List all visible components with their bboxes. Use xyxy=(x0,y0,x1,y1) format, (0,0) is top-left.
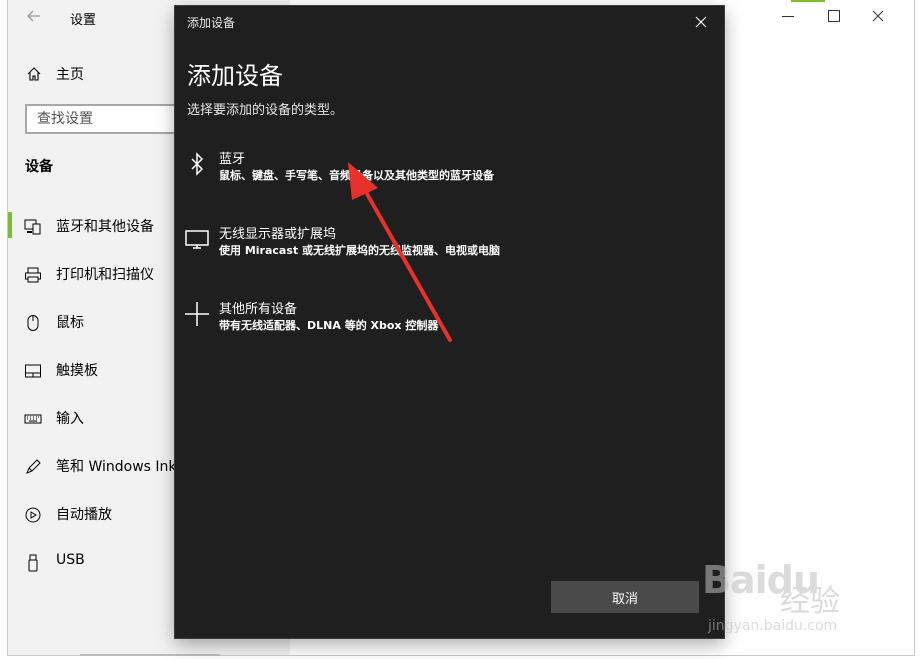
nav-item-label: 鼠标 xyxy=(56,315,84,331)
maximize-button[interactable] xyxy=(828,10,840,22)
nav-item-label: 触摸板 xyxy=(56,363,98,379)
nav-item-label: 自动播放 xyxy=(56,507,112,523)
nav-item-label: 蓝牙和其他设备 xyxy=(56,219,154,235)
nav-home-label: 主页 xyxy=(56,67,84,83)
monitor-icon xyxy=(185,230,209,249)
option-wireless-display[interactable]: 无线显示器或扩展坞 使用 Miracast 或无线扩展坞的无线监视器、电视或电脑 xyxy=(175,219,724,275)
option-title: 蓝牙 xyxy=(219,152,246,167)
dialog-subtitle: 选择要添加的设备的类型。 xyxy=(187,103,344,118)
dialog-heading: 添加设备 xyxy=(187,62,283,90)
add-device-dialog: 添加设备 添加设备 选择要添加的设备的类型。 蓝牙 鼠标、键盘、手写笔、音频设备… xyxy=(175,6,724,638)
dialog-caption: 添加设备 xyxy=(187,16,236,30)
nav-item-label: USB xyxy=(56,552,85,568)
autoplay-icon xyxy=(25,507,41,523)
bluetooth-icon xyxy=(191,152,204,176)
watermark-url: jingyan.baidu.com xyxy=(708,618,838,634)
nav-item-label: 打印机和扫描仪 xyxy=(56,267,154,283)
active-indicator xyxy=(8,212,12,238)
bluetooth-devices-icon xyxy=(24,219,41,235)
option-bluetooth[interactable]: 蓝牙 鼠标、键盘、手写笔、音频设备以及其他类型的蓝牙设备 xyxy=(175,144,724,200)
keyboard-icon xyxy=(24,414,42,424)
watermark: Baidu 经验 jingyan.baidu.com xyxy=(702,558,872,642)
nav-item-label: 输入 xyxy=(56,411,84,427)
option-description: 鼠标、键盘、手写笔、音频设备以及其他类型的蓝牙设备 xyxy=(219,169,494,182)
option-title: 无线显示器或扩展坞 xyxy=(219,227,337,242)
option-description: 使用 Miracast 或无线扩展坞的无线监视器、电视或电脑 xyxy=(219,244,500,257)
usb-icon xyxy=(28,554,38,572)
close-icon[interactable] xyxy=(872,10,884,22)
pen-icon xyxy=(26,459,41,474)
dialog-close-icon[interactable] xyxy=(687,10,715,34)
touchpad-icon xyxy=(25,364,41,378)
watermark-text: 经验 xyxy=(780,584,840,619)
window-controls xyxy=(774,0,914,34)
nav-item-label: 笔和 Windows Ink xyxy=(56,459,177,475)
minimize-button[interactable] xyxy=(782,16,794,17)
option-description: 带有无线适配器、DLNA 等的 Xbox 控制器 xyxy=(219,319,439,332)
section-title: 设备 xyxy=(25,159,53,175)
mouse-icon xyxy=(27,315,39,331)
home-icon xyxy=(27,67,41,81)
option-title: 其他所有设备 xyxy=(219,302,298,317)
back-arrow-icon[interactable] xyxy=(26,8,42,24)
window-title: 设置 xyxy=(70,13,97,28)
cancel-button[interactable]: 取消 xyxy=(551,581,699,613)
option-everything-else[interactable]: 其他所有设备 带有无线适配器、DLNA 等的 Xbox 控制器 xyxy=(175,294,724,350)
plus-icon xyxy=(185,302,209,326)
printer-icon xyxy=(25,267,41,283)
divider xyxy=(80,654,220,656)
